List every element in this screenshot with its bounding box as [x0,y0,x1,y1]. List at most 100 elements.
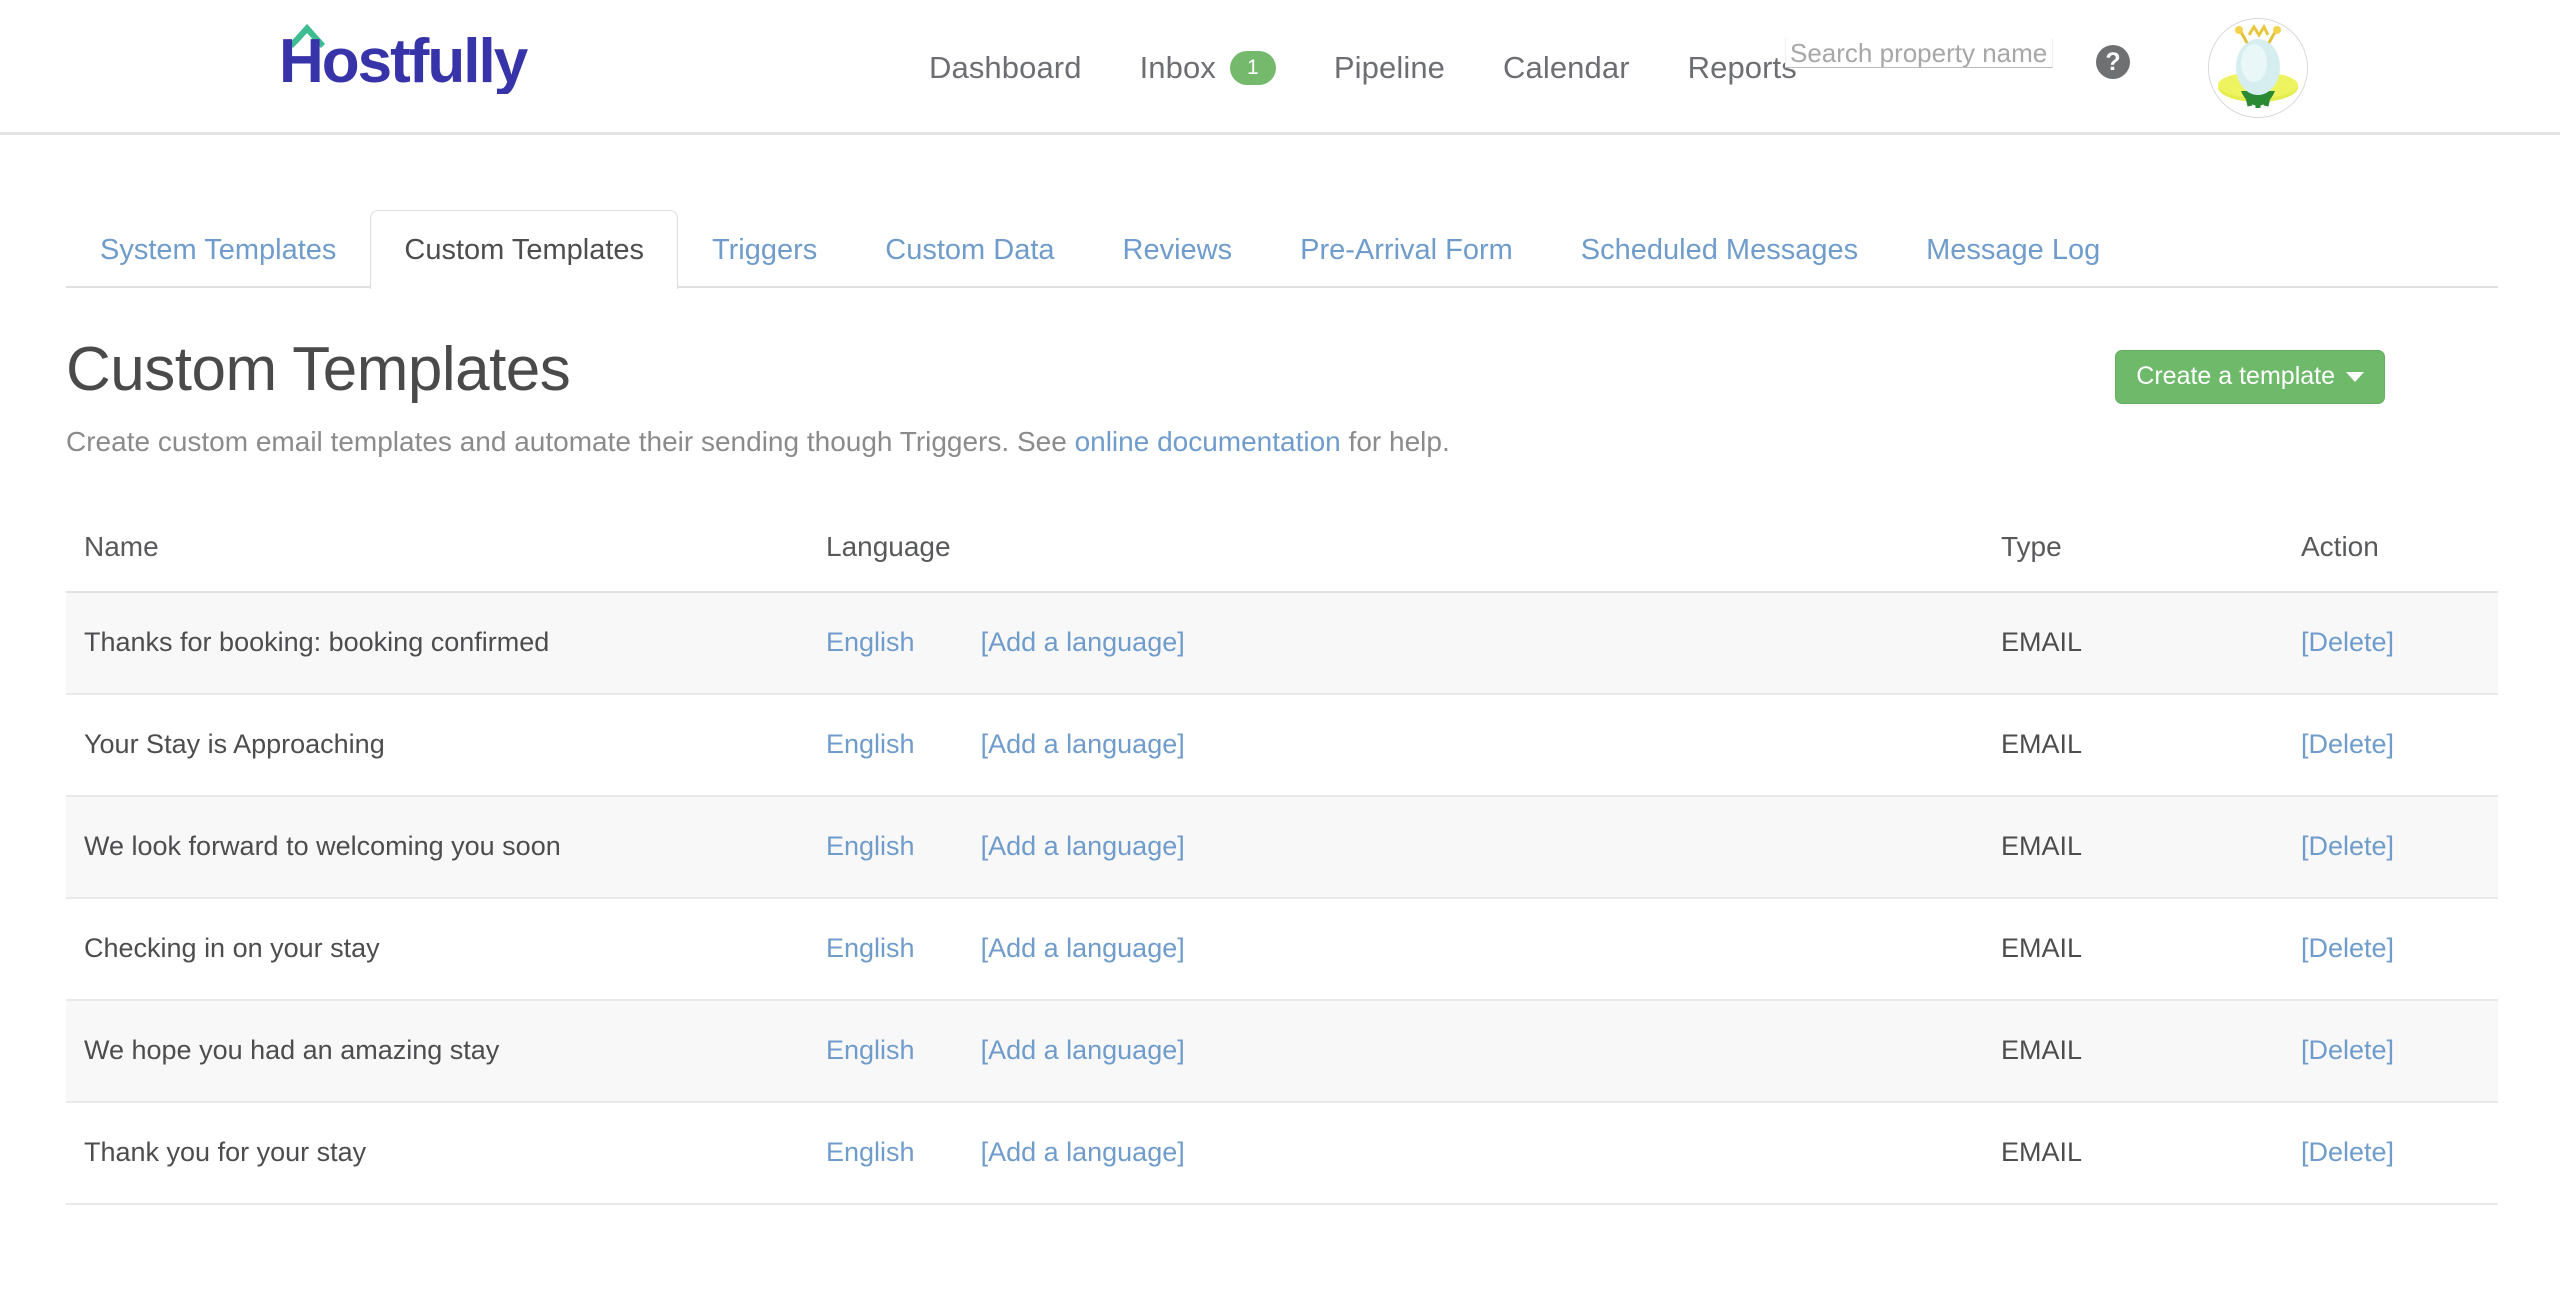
hostfully-logo-icon: Hostfully [277,14,577,94]
cell-language: English [Add a language] [826,1102,2001,1204]
tab-label: Message Log [1926,234,2100,266]
cell-template-name: Thank you for your stay [66,1102,826,1204]
table-header-row: Name Language Type Action [66,531,2498,592]
nav-item-inbox[interactable]: Inbox 1 [1111,50,1305,86]
page-description-before: Create custom email templates and automa… [66,426,1075,457]
table-row[interactable]: Thank you for your stay English [Add a la… [66,1102,2498,1204]
cell-action: [Delete] [2301,1000,2498,1102]
chevron-down-icon [2346,372,2364,382]
cell-language: English [Add a language] [826,1000,2001,1102]
column-header-action: Action [2301,531,2498,592]
delete-link[interactable]: [Delete] [2301,1035,2394,1065]
language-link[interactable]: English [826,933,915,963]
cell-template-name: We look forward to welcoming you soon [66,796,826,898]
column-header-type: Type [2001,531,2301,592]
column-header-language: Language [826,531,2001,592]
cell-type: EMAIL [2001,1102,2301,1204]
cell-action: [Delete] [2301,898,2498,1000]
cell-language: English [Add a language] [826,694,2001,796]
tab-label: Custom Data [885,234,1054,266]
language-link[interactable]: English [826,627,915,657]
tab-system-templates[interactable]: System Templates [66,210,370,289]
nav-item-label: Calendar [1503,50,1630,86]
create-a-template-button[interactable]: Create a template [2115,350,2385,404]
cell-language: English [Add a language] [826,796,2001,898]
tab-message-log[interactable]: Message Log [1892,210,2134,289]
svg-text:Hostfully: Hostfully [279,27,529,94]
add-language-link[interactable]: [Add a language] [981,729,1185,759]
delete-link[interactable]: [Delete] [2301,627,2394,657]
hostfully-logo[interactable]: Hostfully [277,14,577,94]
cell-type: EMAIL [2001,1000,2301,1102]
add-language-link[interactable]: [Add a language] [981,1035,1185,1065]
create-a-template-label: Create a template [2136,362,2335,391]
tab-label: Custom Templates [404,234,644,266]
cell-action: [Delete] [2301,796,2498,898]
tab-custom-data[interactable]: Custom Data [851,210,1088,289]
tab-label: Reviews [1123,234,1233,266]
main-navigation: Dashboard Inbox 1 Pipeline Calendar Repo… [900,0,1826,135]
nav-item-pipeline[interactable]: Pipeline [1305,50,1474,86]
inbox-unread-badge: 1 [1230,51,1276,85]
cell-template-name: Your Stay is Approaching [66,694,826,796]
table-row[interactable]: Thanks for booking: booking confirmed En… [66,592,2498,694]
cell-template-name: Thanks for booking: booking confirmed [66,592,826,694]
nav-item-dashboard[interactable]: Dashboard [900,50,1111,86]
nav-item-calendar[interactable]: Calendar [1474,50,1659,86]
language-link[interactable]: English [826,1035,915,1065]
page-title: Custom Templates [66,336,570,404]
add-language-link[interactable]: [Add a language] [981,933,1185,963]
page-header-row: Custom Templates Create a template [66,336,2498,404]
delete-link[interactable]: [Delete] [2301,1137,2394,1167]
cell-action: [Delete] [2301,592,2498,694]
table-row[interactable]: We look forward to welcoming you soon En… [66,796,2498,898]
property-search-input[interactable] [1785,38,2053,68]
add-language-link[interactable]: [Add a language] [981,831,1185,861]
cell-type: EMAIL [2001,796,2301,898]
tab-label: System Templates [100,234,336,266]
tab-label: Triggers [712,234,817,266]
table-row[interactable]: Checking in on your stay English [Add a l… [66,898,2498,1000]
add-language-link[interactable]: [Add a language] [981,627,1185,657]
table-head: Name Language Type Action [66,531,2498,592]
tab-label: Scheduled Messages [1581,234,1858,266]
cell-type: EMAIL [2001,592,2301,694]
cell-action: [Delete] [2301,694,2498,796]
language-link[interactable]: English [826,1137,915,1167]
online-documentation-link[interactable]: online documentation [1075,426,1341,457]
cell-template-name: Checking in on your stay [66,898,826,1000]
delete-link[interactable]: [Delete] [2301,729,2394,759]
table-row[interactable]: Your Stay is Approaching English [Add a l… [66,694,2498,796]
delete-link[interactable]: [Delete] [2301,831,2394,861]
cell-type: EMAIL [2001,694,2301,796]
add-language-link[interactable]: [Add a language] [981,1137,1185,1167]
cell-template-name: We hope you had an amazing stay [66,1000,826,1102]
column-header-name: Name [66,531,826,592]
tab-scheduled-messages[interactable]: Scheduled Messages [1547,210,1892,289]
help-icon[interactable]: ? [2096,45,2130,79]
cell-language: English [Add a language] [826,592,2001,694]
avatar[interactable] [2208,18,2308,118]
avatar-image [2209,19,2307,117]
nav-item-label: Pipeline [1334,50,1445,86]
section-tabs: System Templates Custom Templates Trigge… [0,203,2560,288]
cell-language: English [Add a language] [826,898,2001,1000]
table-body: Thanks for booking: booking confirmed En… [66,592,2498,1204]
app-header: Hostfully Dashboard Inbox 1 Pipeline Cal… [0,0,2560,135]
page-description-after: for help. [1341,426,1450,457]
tab-pre-arrival-form[interactable]: Pre-Arrival Form [1266,210,1547,289]
page-content: Custom Templates Create a template Creat… [0,336,2560,1205]
cell-action: [Delete] [2301,1102,2498,1204]
tab-custom-templates[interactable]: Custom Templates [370,210,678,289]
page-description: Create custom email templates and automa… [66,424,2498,460]
nav-item-label: Reports [1688,50,1797,86]
language-link[interactable]: English [826,729,915,759]
language-link[interactable]: English [826,831,915,861]
table-row[interactable]: We hope you had an amazing stay English [… [66,1000,2498,1102]
delete-link[interactable]: [Delete] [2301,933,2394,963]
nav-item-label: Inbox [1140,50,1216,86]
tab-reviews[interactable]: Reviews [1089,210,1267,289]
tab-triggers[interactable]: Triggers [678,210,851,289]
tab-label: Pre-Arrival Form [1300,234,1513,266]
custom-templates-table: Name Language Type Action Thanks for boo… [66,531,2498,1205]
